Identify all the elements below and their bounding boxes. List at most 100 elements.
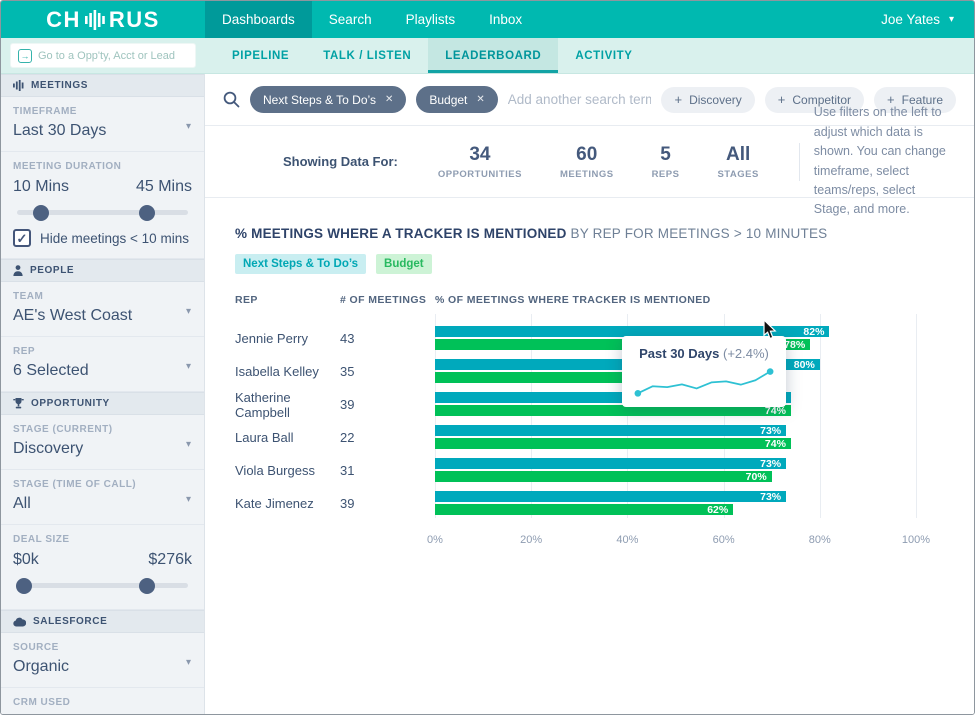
nav-item-dashboards[interactable]: Dashboards (205, 1, 312, 38)
bar-budget[interactable]: 62% (435, 503, 734, 516)
chevron-down-icon[interactable]: ▾ (186, 121, 191, 132)
filter-source[interactable]: SOURCE Organic ▾ (1, 633, 204, 688)
filter-meeting-duration: MEETING DURATION 10 Mins 45 Mins ✓ Hide … (1, 152, 204, 259)
stat-reps: 5 REPS (652, 144, 680, 180)
user-menu[interactable]: Joe Yates ▾ (881, 1, 974, 38)
tracker-chip-next-steps[interactable]: Next Steps & To Do’s ✕ (250, 86, 407, 113)
legend-next-steps[interactable]: Next Steps & To Do’s (235, 254, 367, 274)
close-icon[interactable]: ✕ (385, 94, 393, 105)
add-tracker-discovery-button[interactable]: + Discovery (661, 86, 755, 113)
data-summary-row: Showing Data For: 34 OPPORTUNITIES 60 ME… (205, 105, 974, 216)
chevron-down-icon[interactable]: ▾ (186, 494, 191, 505)
tab-activity[interactable]: ACTIVITY (558, 38, 649, 73)
section-header-salesforce: SALESFORCE (1, 610, 204, 633)
duration-slider-handle-min[interactable] (32, 204, 49, 221)
add-search-term-input[interactable] (507, 92, 652, 107)
filter-timeframe[interactable]: TIMEFRAME Last 30 Days ▾ (1, 97, 204, 152)
rep-meeting-count: 35 (340, 364, 355, 379)
filter-stage-current[interactable]: STAGE (CURRENT) Discovery ▾ (1, 415, 204, 470)
dashboard-tabs: PIPELINE TALK / LISTEN LEADERBOARD ACTIV… (215, 38, 650, 73)
bar-next-steps[interactable]: 73% (435, 424, 787, 437)
close-icon[interactable]: ✕ (476, 94, 484, 105)
chevron-down-icon[interactable]: ▾ (186, 439, 191, 450)
tab-leaderboard[interactable]: LEADERBOARD (428, 38, 559, 73)
bar-value-label: 74% (764, 437, 786, 450)
section-header-meetings: MEETINGS (1, 74, 204, 97)
duration-slider-handle-max[interactable] (138, 204, 155, 221)
rep-row: Kate Jimenez 39 (235, 487, 435, 520)
chevron-down-icon[interactable]: ▾ (186, 306, 191, 317)
chart-title-rest: BY REP FOR MEETINGS > 10 MINUTES (570, 226, 828, 241)
stat-value: All (725, 143, 751, 165)
chevron-down-icon[interactable]: ▾ (186, 657, 191, 668)
rep-name: Kate Jimenez (235, 496, 314, 511)
stat-value: 5 (660, 143, 671, 165)
suggestion-label: Discovery (689, 92, 742, 107)
chevron-down-icon[interactable]: ▾ (186, 361, 191, 372)
tab-pipeline[interactable]: PIPELINE (215, 38, 306, 73)
nav-item-inbox[interactable]: Inbox (472, 1, 539, 38)
goto-search-wrap: → (1, 38, 205, 73)
filter-value: Organic (13, 658, 70, 675)
x-axis: 0% 20% 40% 60% 80% 100% (427, 528, 930, 552)
rep-row: Isabella Kelley 35 (235, 355, 435, 388)
deal-size-slider-handle-max[interactable] (138, 577, 155, 594)
trend-tooltip: Past 30 Days (+2.4%) (622, 336, 786, 407)
bar-value-label: 80% (793, 358, 815, 371)
rep-name: Viola Burgess (235, 463, 315, 478)
tooltip-title: Past 30 Days (639, 346, 720, 361)
filter-team[interactable]: TEAM AE's West Coast ▾ (1, 282, 204, 337)
nav-item-playlists[interactable]: Playlists (389, 1, 473, 38)
mouse-cursor (763, 319, 777, 340)
filter-stage-time-of-call[interactable]: STAGE (TIME OF CALL) All ▾ (1, 470, 204, 525)
stat-value: 60 (576, 143, 598, 165)
goto-input[interactable] (38, 49, 188, 62)
chorus-logo[interactable]: CH RUS (1, 1, 205, 38)
hide-short-meetings-checkbox[interactable]: ✓ Hide meetings < 10 mins (13, 229, 192, 247)
cloud-icon (13, 617, 26, 626)
bar-next-steps[interactable]: 73% (435, 457, 787, 470)
bar-next-steps[interactable]: 73% (435, 491, 787, 503)
range-min-label: $0k (13, 551, 39, 568)
section-title: OPPORTUNITY (31, 398, 110, 409)
rep-meeting-count: 31 (340, 463, 355, 478)
legend-budget[interactable]: Budget (376, 254, 432, 274)
deal-size-slider-handle-min[interactable] (15, 577, 32, 594)
stat-label: MEETINGS (559, 168, 614, 180)
bar-budget[interactable]: 70% (435, 471, 772, 483)
rep-name: Isabella Kelley (235, 364, 319, 379)
rep-name: Katherine Campbell (235, 389, 291, 420)
goto-search-box[interactable]: → (10, 43, 196, 68)
bar-value-label: 73% (760, 457, 782, 470)
rep-name: Jennie Perry (235, 331, 308, 346)
bar-value-label: 62% (707, 503, 729, 516)
range-max-label: 45 Mins (135, 178, 192, 195)
section-header-people: PEOPLE (1, 259, 204, 282)
section-title: PEOPLE (30, 265, 75, 276)
nav-item-search[interactable]: Search (312, 1, 389, 38)
filter-label: REP (13, 346, 36, 357)
filter-crm-used[interactable]: CRM USED Salesforce ▾ (1, 688, 204, 714)
filter-label: TIMEFRAME (13, 106, 77, 117)
chevron-down-icon[interactable]: ▾ (186, 712, 191, 714)
x-tick: 0% (427, 534, 443, 546)
tracker-chip-budget[interactable]: Budget ✕ (416, 86, 498, 113)
rep-meeting-count: 22 (340, 430, 355, 445)
checkbox-box[interactable]: ✓ (13, 229, 31, 247)
tab-talk-listen[interactable]: TALK / LISTEN (306, 38, 428, 73)
filter-value: Discovery (13, 440, 84, 457)
stat-stages: All STAGES (717, 144, 758, 180)
deal-size-slider-track[interactable] (15, 577, 188, 594)
primary-nav: Dashboards Search Playlists Inbox (205, 1, 539, 38)
bar-value-label: 73% (760, 424, 782, 437)
stat-label: STAGES (717, 168, 759, 180)
bar-budget[interactable]: 74% (435, 437, 791, 450)
showing-data-label: Showing Data For: (283, 154, 398, 169)
duration-slider-track[interactable] (17, 204, 188, 221)
filter-rep[interactable]: REP 6 Selected ▾ (1, 337, 204, 392)
chart-column-headers: REP # OF MEETINGS % OF MEETINGS WHERE TR… (235, 294, 916, 306)
search-icon (223, 91, 240, 108)
filter-label: DEAL SIZE (13, 534, 70, 545)
rep-row: Katherine Campbell 39 (235, 388, 435, 421)
vertical-divider (798, 142, 800, 181)
